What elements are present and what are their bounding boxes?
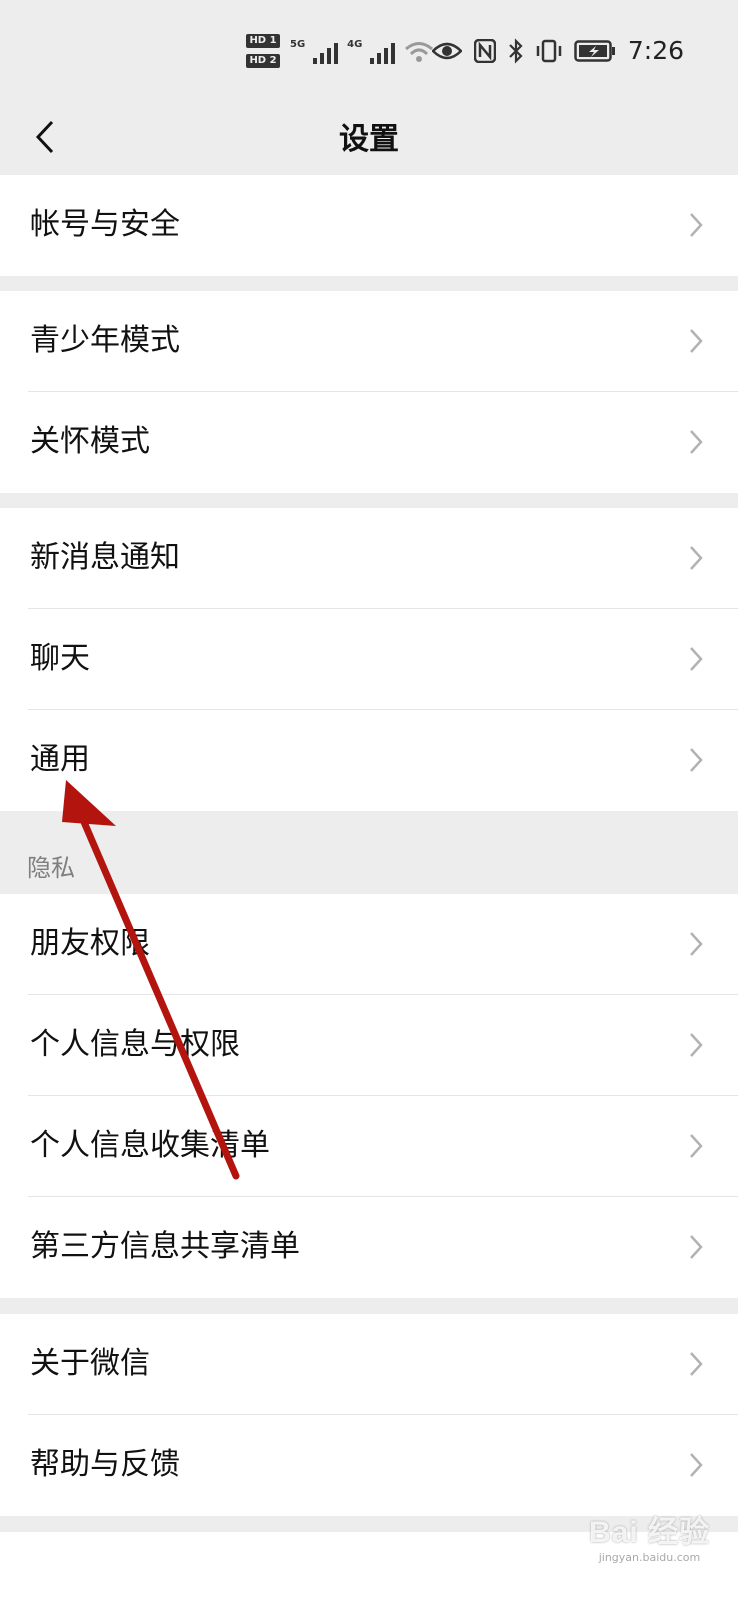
settings-item-chat[interactable]: 聊天 [0,609,738,710]
settings-item-personal-info-collection[interactable]: 个人信息收集清单 [0,1096,738,1197]
settings-item-notifications[interactable]: 新消息通知 [0,508,738,609]
settings-group-general: 新消息通知 聊天 通用 [0,508,738,811]
nav-bar: 设置 [0,100,738,176]
section-header-privacy: 隐私 [27,854,75,882]
watermark-sub: jingyan.baidu.com [598,1551,701,1564]
settings-item-youth-mode[interactable]: 青少年模式 [0,291,738,392]
chevron-right-icon [690,1453,703,1477]
settings-group-modes: 青少年模式 关怀模式 [0,291,738,493]
hd-badges: HD 1 HD 2 [246,34,280,74]
settings-item-help-feedback[interactable]: 帮助与反馈 [0,1415,738,1516]
settings-item-label: 新消息通知 [30,540,180,575]
wifi-icon [405,42,434,62]
chevron-right-icon [690,430,703,454]
watermark-main: Bai 经验 [588,1516,710,1549]
hd1-badge: HD 1 [246,34,280,48]
settings-item-care-mode[interactable]: 关怀模式 [0,392,738,493]
settings-item-label: 聊天 [30,641,90,676]
settings-item-label: 关怀模式 [30,424,150,459]
settings-item-general[interactable]: 通用 [0,710,738,811]
bluetooth-icon [509,37,523,64]
settings-item-third-party-sharing[interactable]: 第三方信息共享清单 [0,1197,738,1298]
signal-bars-2-icon [370,43,396,64]
vibrate-icon [536,39,562,62]
chevron-right-icon [690,647,703,671]
settings-item-label: 朋友权限 [30,926,150,961]
battery-charging-icon [574,39,615,62]
chevron-right-icon [690,1134,703,1158]
settings-group-account: 帐号与安全 [0,175,738,276]
settings-group-privacy: 朋友权限 个人信息与权限 个人信息收集清单 第三方信息共享清单 [0,894,738,1298]
chevron-right-icon [690,329,703,353]
settings-group-about: 关于微信 帮助与反馈 [0,1314,738,1516]
status-time: 7:26 [627,36,684,65]
settings-item-personal-info-permissions[interactable]: 个人信息与权限 [0,995,738,1096]
settings-item-friend-permissions[interactable]: 朋友权限 [0,894,738,995]
settings-item-label: 关于微信 [30,1346,150,1381]
hd2-badge: HD 2 [246,54,280,68]
chevron-right-icon [690,932,703,956]
system-indicators: 7:26 [431,36,684,65]
settings-item-about-wechat[interactable]: 关于微信 [0,1314,738,1415]
watermark-logo: Bai 经验 jingyan.baidu.com [589,1507,710,1564]
nfc-icon [473,38,496,63]
settings-item-label: 青少年模式 [30,323,180,358]
network-4g-label: 4G [347,39,363,50]
network-5g-label: 5G [290,39,306,50]
chevron-right-icon [690,748,703,772]
settings-item-account-security[interactable]: 帐号与安全 [0,175,738,276]
chevron-right-icon [690,1235,703,1259]
settings-item-label: 通用 [30,742,90,777]
signal-bars-1-icon [313,43,339,64]
page-title: 设置 [339,122,399,157]
eye-icon [431,42,462,59]
chevron-right-icon [690,1033,703,1057]
settings-item-label: 个人信息与权限 [30,1027,240,1062]
settings-item-label: 帐号与安全 [30,207,180,242]
chevron-right-icon [690,1352,703,1376]
network-indicators: 5G 4G [290,39,434,64]
chevron-right-icon [690,213,703,237]
settings-item-label: 个人信息收集清单 [30,1128,270,1163]
settings-item-label: 帮助与反馈 [30,1447,180,1482]
chevron-right-icon [690,546,703,570]
status-bar: HD 1 HD 2 5G 4G 7:26 [0,0,738,100]
settings-item-label: 第三方信息共享清单 [30,1229,300,1264]
